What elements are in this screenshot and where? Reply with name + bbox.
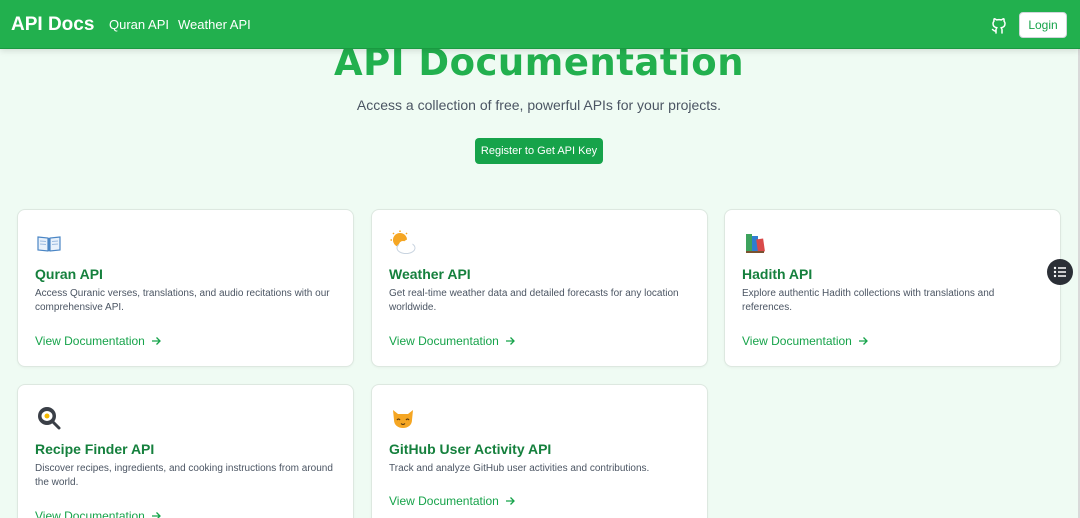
view-documentation-link[interactable]: View Documentation: [742, 334, 868, 348]
link-label: View Documentation: [389, 334, 499, 348]
arrow-right-icon: [151, 337, 161, 345]
arrow-right-icon: [151, 512, 161, 518]
card-title: Hadith API: [742, 266, 813, 282]
books-icon: [743, 230, 769, 256]
link-label: View Documentation: [35, 334, 145, 348]
nav-link-quran-api[interactable]: Quran API: [109, 17, 169, 32]
card-title: GitHub User Activity API: [389, 441, 552, 457]
card-description: Get real-time weather data and detailed …: [389, 288, 679, 313]
card-title: Quran API: [35, 266, 103, 282]
arrow-right-icon: [505, 337, 515, 345]
view-documentation-link[interactable]: View Documentation: [389, 334, 515, 348]
card-title: Recipe Finder API: [35, 441, 155, 457]
link-label: View Documentation: [389, 494, 499, 508]
sun-behind-cloud-icon: [390, 230, 416, 256]
arrow-right-icon: [858, 337, 868, 345]
api-card-weather[interactable]: Weather API Get real-time weather data a…: [371, 209, 708, 367]
brand-logo[interactable]: API Docs: [11, 14, 94, 36]
link-label: View Documentation: [742, 334, 852, 348]
api-card-hadith[interactable]: Hadith API Explore authentic Hadith coll…: [724, 209, 1061, 367]
card-description: Access Quranic verses, translations, and…: [35, 288, 330, 313]
api-card-quran[interactable]: Quran API Access Quranic verses, transla…: [17, 209, 354, 367]
list-menu-icon: [1053, 266, 1066, 278]
register-api-key-button[interactable]: Register to Get API Key: [475, 138, 603, 164]
api-card-github-user-activity[interactable]: GitHub User Activity API Track and analy…: [371, 384, 708, 518]
open-book-icon: [36, 230, 62, 256]
view-documentation-link[interactable]: View Documentation: [35, 334, 161, 348]
frying-pan-icon: [36, 405, 62, 431]
cat-face-icon: [390, 405, 416, 431]
api-card-recipe-finder[interactable]: Recipe Finder API Discover recipes, ingr…: [17, 384, 354, 518]
card-title: Weather API: [389, 266, 471, 282]
view-documentation-link[interactable]: View Documentation: [389, 494, 515, 508]
nav-link-weather-api[interactable]: Weather API: [178, 17, 251, 32]
top-navbar: API Docs Quran API Weather API Login: [0, 0, 1080, 49]
table-of-contents-button[interactable]: [1047, 259, 1073, 285]
page-subtitle: Access a collection of free, powerful AP…: [356, 97, 722, 113]
card-description: Discover recipes, ingredients, and cooki…: [35, 463, 333, 488]
card-description: Explore authentic Hadith collections wit…: [742, 288, 995, 313]
link-label: View Documentation: [35, 509, 145, 518]
arrow-right-icon: [505, 497, 515, 505]
view-documentation-link[interactable]: View Documentation: [35, 509, 161, 518]
card-description: Track and analyze GitHub user activities…: [389, 463, 650, 474]
github-icon[interactable]: [989, 15, 1009, 35]
login-button[interactable]: Login: [1019, 12, 1067, 38]
